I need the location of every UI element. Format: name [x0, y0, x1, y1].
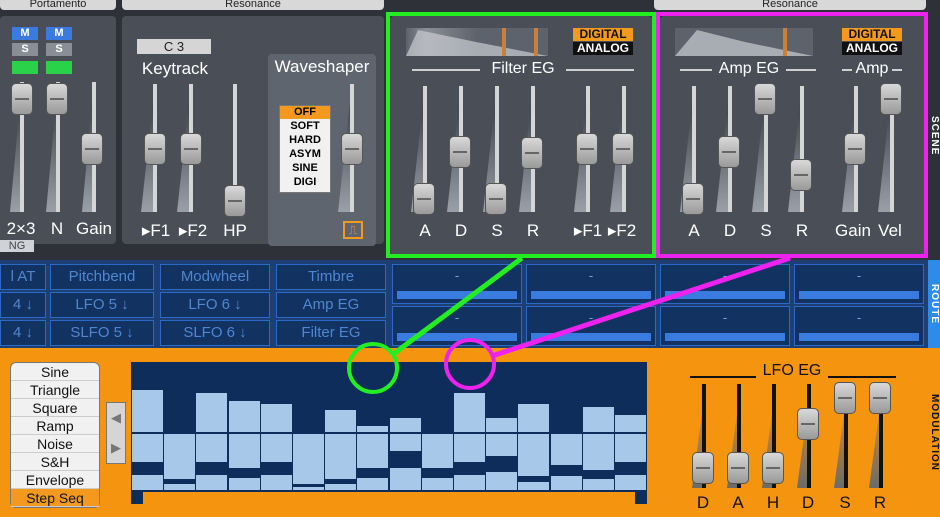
- annotation-overlay: [347, 255, 791, 394]
